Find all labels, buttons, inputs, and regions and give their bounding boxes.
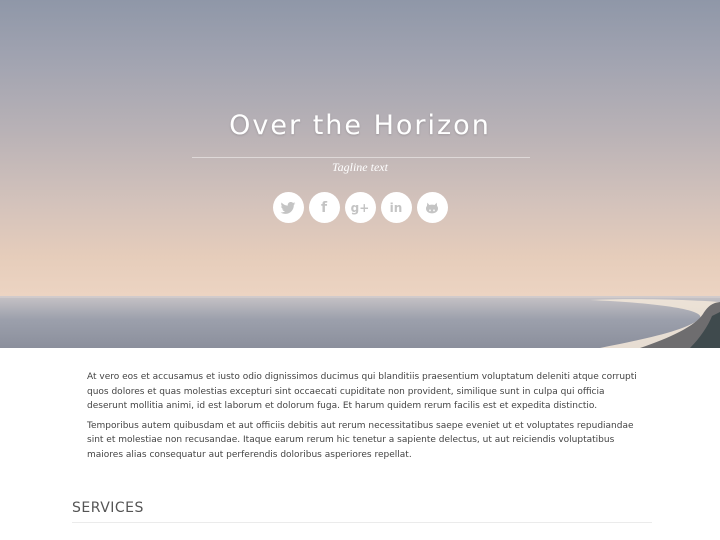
title-divider	[192, 157, 530, 158]
github-link[interactable]	[416, 192, 448, 223]
github-icon	[426, 202, 438, 213]
google-plus-icon: g+	[350, 200, 370, 215]
twitter-link[interactable]	[272, 192, 304, 223]
intro-paragraph: At vero eos et accusamus et iusto odio d…	[87, 372, 637, 411]
hero-banner: Over the Horizon Tagline text f g+ in	[0, 0, 720, 348]
facebook-link[interactable]: f	[308, 192, 340, 223]
google-plus-link[interactable]: g+	[344, 192, 376, 223]
linkedin-icon: in	[389, 200, 403, 215]
social-links: f g+ in	[0, 192, 720, 223]
tagline: Tagline text	[332, 160, 388, 174]
services-divider	[72, 522, 652, 523]
page-title: Over the Horizon	[229, 110, 491, 141]
linkedin-link[interactable]: in	[380, 192, 412, 223]
facebook-icon: f	[320, 199, 328, 216]
services-heading: SERVICES	[72, 500, 144, 516]
twitter-icon	[280, 201, 296, 214]
intro-content: At vero eos et accusamus et iusto odio d…	[87, 370, 637, 467]
intro-paragraph: Temporibus autem quibusdam et aut offici…	[87, 420, 634, 460]
